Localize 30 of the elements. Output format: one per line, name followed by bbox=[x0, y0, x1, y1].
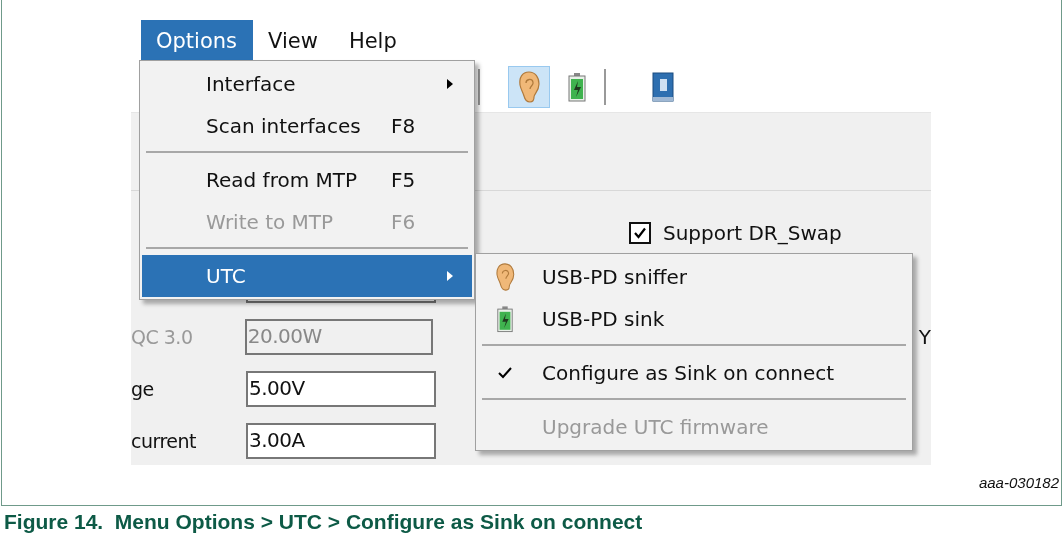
submenu-arrow-icon bbox=[446, 78, 454, 90]
checkbox-label: Support DR_Swap bbox=[663, 221, 842, 245]
ear-icon bbox=[495, 263, 515, 291]
figure-id: aaa-030182 bbox=[977, 474, 1059, 491]
field-label: QC 3.0 bbox=[131, 326, 193, 348]
menu-item[interactable]: Read from MTP F5 bbox=[142, 159, 472, 201]
figure-caption: Figure 14. Menu Options > UTC > Configure as Sink on connect bbox=[4, 510, 644, 534]
menu-item[interactable]: Scan interfaces F8 bbox=[142, 105, 472, 147]
sniffer-button[interactable] bbox=[508, 66, 550, 108]
menu-item[interactable]: Interface bbox=[142, 63, 472, 105]
menu-item[interactable]: USB-PD sniffer bbox=[478, 256, 910, 298]
menu-bar-item[interactable]: Options bbox=[141, 20, 254, 62]
checkmark-icon bbox=[633, 226, 647, 240]
ear-icon bbox=[518, 71, 540, 103]
input-field[interactable]: 3.00A bbox=[246, 423, 436, 459]
battery-icon bbox=[496, 305, 514, 333]
menu-item[interactable]: Configure as Sink on connect bbox=[478, 352, 910, 394]
submenu-arrow-icon bbox=[446, 270, 454, 282]
menu-item[interactable]: USB-PD sink bbox=[478, 298, 910, 340]
checkbox[interactable] bbox=[629, 222, 651, 244]
help-book-icon bbox=[651, 72, 675, 102]
field-label: Y bbox=[918, 325, 931, 349]
menu-bar-item[interactable]: View bbox=[253, 20, 334, 62]
support-dr-swap-checkbox[interactable]: Support DR_Swap bbox=[629, 221, 842, 245]
input-field[interactable]: 5.00V bbox=[246, 371, 436, 407]
menu-item[interactable]: UTC bbox=[142, 255, 472, 297]
field-label: ge bbox=[131, 378, 154, 400]
battery-icon bbox=[567, 72, 587, 102]
field-label: current bbox=[131, 430, 197, 452]
menu-bar-item[interactable]: Help bbox=[333, 20, 413, 62]
